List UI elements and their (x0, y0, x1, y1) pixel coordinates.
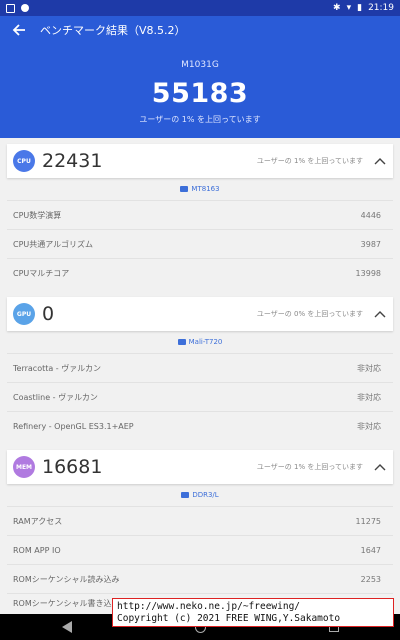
row-value: 非対応 (357, 363, 381, 373)
row-label: CPU共通アルゴリズム (13, 239, 94, 249)
status-time: 21:19 (368, 3, 394, 13)
cpu-card-header[interactable]: CPU 22431 ユーザーの 1% を上回っています (7, 144, 393, 178)
cpu-chip-label: MT8163 (191, 185, 220, 193)
mem-badge-icon: MEM (13, 456, 35, 478)
row-label: Coastline - ヴァルカン (13, 392, 98, 402)
row-label: CPU数学演算 (13, 210, 62, 220)
mem-chip-label: DDR3/L (192, 491, 219, 499)
mem-section: MEM 16681 ユーザーの 1% を上回っています DDR3/L RAMアク… (7, 450, 393, 613)
chevron-up-icon[interactable] (373, 307, 387, 321)
cpu-badge-icon: CPU (13, 150, 35, 172)
row-value: 非対応 (357, 421, 381, 431)
battery-icon: ▮ (357, 3, 363, 13)
memory-icon (181, 492, 190, 498)
row-label: ROMシーケンシャル書き込み (13, 599, 120, 608)
list-item: CPU共通アルゴリズム 3987 (7, 229, 393, 258)
gpu-chip-label: Mali-T720 (188, 338, 223, 346)
mem-chip: DDR3/L (7, 484, 393, 506)
list-item: Refinery - OpenGL ES3.1+AEP 非対応 (7, 411, 393, 440)
credit-copyright: Copyright (c) 2021 FREE WING,Y.Sakamoto (117, 613, 341, 624)
row-value: 13998 (355, 268, 381, 278)
row-label: ROM APP IO (13, 545, 61, 555)
list-item: RAMアクセス 11275 (7, 506, 393, 535)
back-arrow-icon[interactable] (12, 22, 28, 38)
row-label: RAMアクセス (13, 516, 63, 526)
row-value: 3987 (360, 239, 381, 249)
list-item: ROMシーケンシャル読み込み 2253 (7, 564, 393, 593)
gpu-score: 0 (42, 303, 55, 325)
mem-rank: ユーザーの 1% を上回っています (256, 463, 363, 471)
cpu-section: CPU 22431 ユーザーの 1% を上回っています MT8163 CPU数学… (7, 144, 393, 287)
gpu-badge-icon: GPU (13, 303, 35, 325)
row-label: ROMシーケンシャル読み込み (13, 574, 120, 584)
gpu-chip: Mali-T720 (7, 331, 393, 353)
credit-watermark: http://www.neko.ne.jp/~freewing/ Copyrig… (112, 598, 394, 627)
credit-url: http://www.neko.ne.jp/~freewing/ (117, 601, 301, 612)
row-value: 1647 (360, 545, 381, 555)
row-label: CPUマルチコア (13, 268, 70, 278)
device-model: M1031G (181, 60, 219, 70)
bluetooth-icon: ✱ (333, 3, 341, 13)
total-score: 55183 (151, 78, 249, 109)
gallery-notification-icon (6, 3, 15, 13)
wifi-icon: ▾ (346, 3, 352, 13)
gpu-section: GPU 0 ユーザーの 0% を上回っています Mali-T720 Terrac… (7, 297, 393, 440)
chevron-up-icon[interactable] (373, 154, 387, 168)
nav-back-icon[interactable] (61, 621, 72, 633)
chip-icon (177, 339, 186, 345)
app-notification-icon (21, 4, 29, 12)
list-item: ROM APP IO 1647 (7, 535, 393, 564)
row-value: 4446 (360, 210, 381, 220)
cpu-rank: ユーザーの 1% を上回っています (256, 157, 363, 165)
list-item: CPU数学演算 4446 (7, 200, 393, 229)
list-item: Coastline - ヴァルカン 非対応 (7, 382, 393, 411)
chip-icon (180, 186, 189, 192)
chevron-up-icon[interactable] (373, 460, 387, 474)
row-label: Terracotta - ヴァルカン (13, 363, 101, 373)
row-value: 2253 (360, 574, 381, 584)
list-item: CPUマルチコア 13998 (7, 258, 393, 287)
cpu-score: 22431 (42, 150, 103, 172)
row-label: Refinery - OpenGL ES3.1+AEP (13, 421, 134, 431)
result-header: ベンチマーク結果（V8.5.2） M1031G 55183 ユーザーの 1% を… (0, 16, 400, 138)
cpu-chip: MT8163 (7, 178, 393, 200)
row-value: 11275 (355, 516, 381, 526)
total-rank-text: ユーザーの 1% を上回っています (139, 115, 261, 124)
app-bar: ベンチマーク結果（V8.5.2） (0, 16, 400, 44)
gpu-rank: ユーザーの 0% を上回っています (256, 310, 363, 318)
gpu-card-header[interactable]: GPU 0 ユーザーの 0% を上回っています (7, 297, 393, 331)
mem-card-header[interactable]: MEM 16681 ユーザーの 1% を上回っています (7, 450, 393, 484)
list-item: Terracotta - ヴァルカン 非対応 (7, 353, 393, 382)
mem-score: 16681 (42, 456, 103, 478)
page-title: ベンチマーク結果（V8.5.2） (40, 24, 186, 37)
row-value: 非対応 (357, 392, 381, 402)
status-bar: ✱ ▾ ▮ 21:19 (0, 0, 400, 16)
